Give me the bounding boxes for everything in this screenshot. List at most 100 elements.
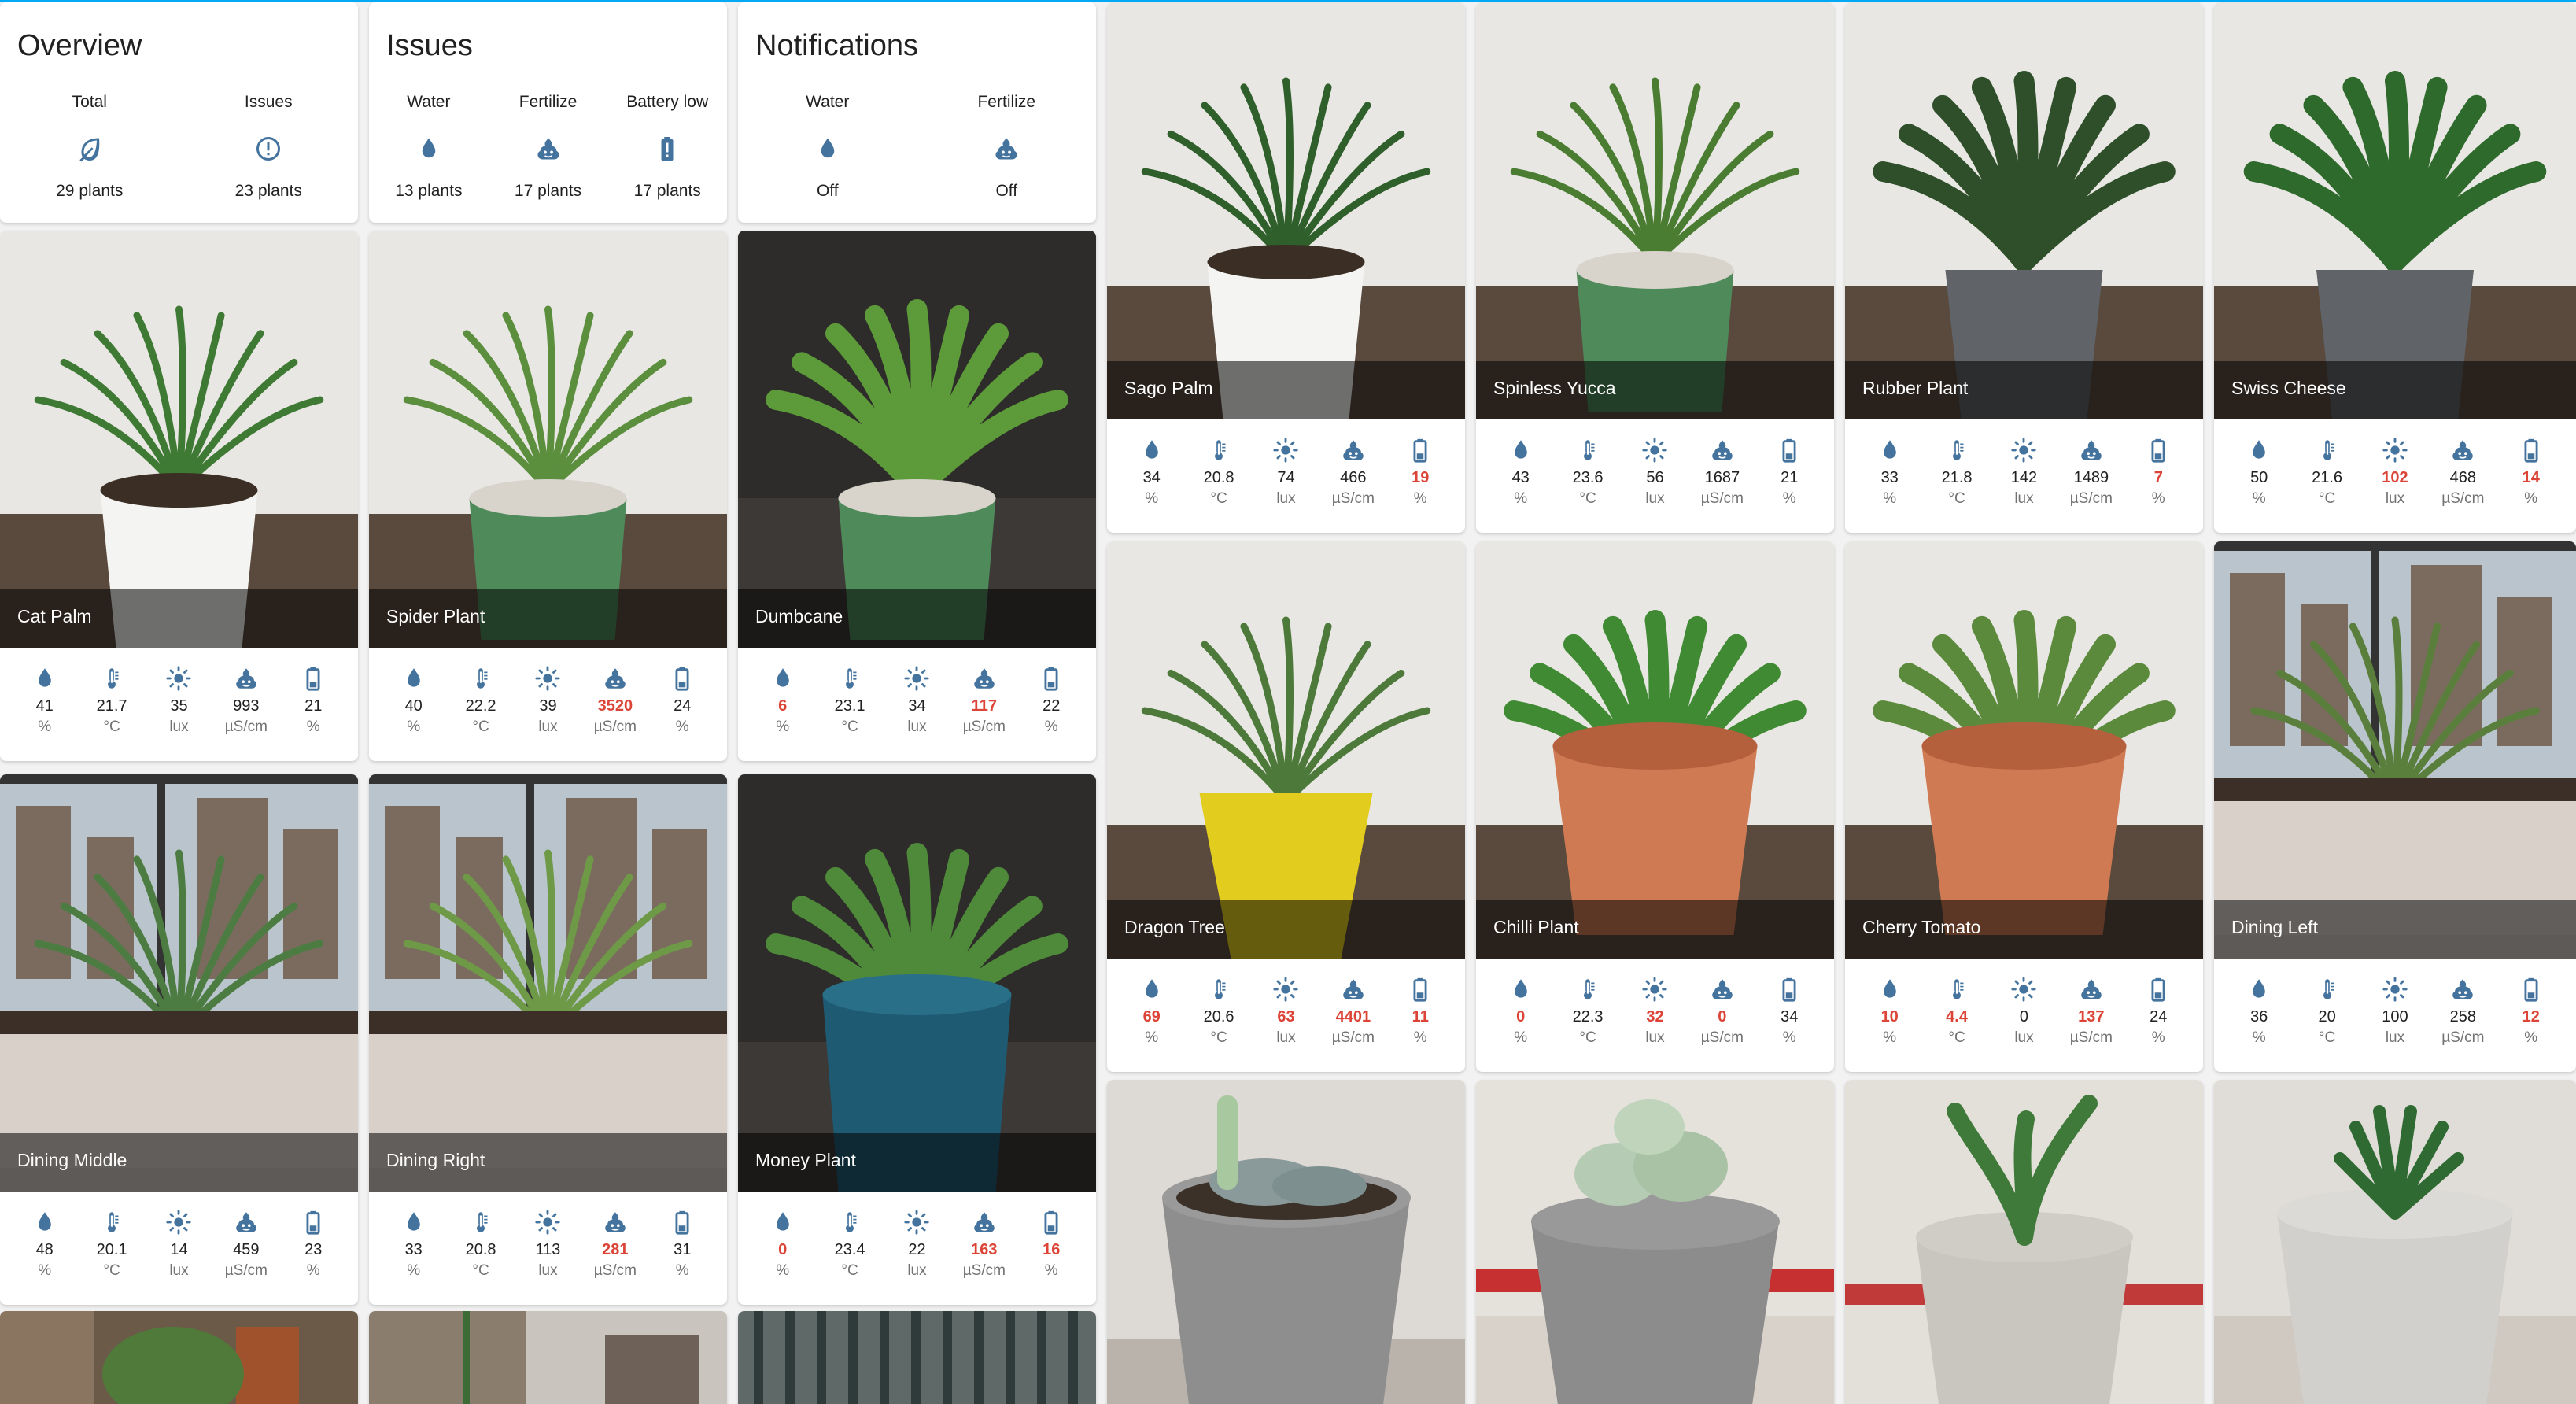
metric-thermometer[interactable]: 21.6 °C xyxy=(2294,437,2360,523)
metric-fertilizer[interactable]: 1687 µS/cm xyxy=(1689,437,1755,523)
metric-water-drop[interactable]: 41% xyxy=(12,665,78,752)
metric-battery[interactable]: 23% xyxy=(280,1209,346,1295)
metric-thermometer[interactable]: 23.4 °C xyxy=(817,1209,883,1295)
plant-card-partial[interactable] xyxy=(738,1311,1096,1404)
metric-fertilizer[interactable]: 993 µS/cm xyxy=(213,665,279,752)
metric-fertilizer[interactable]: 3520 µS/cm xyxy=(582,665,648,752)
metric-fertilizer[interactable]: 281 µS/cm xyxy=(582,1209,648,1295)
plant-card-partial[interactable] xyxy=(2214,1080,2576,1404)
metric-battery[interactable]: 19% xyxy=(1387,437,1453,523)
metric-thermometer[interactable]: 20.1 °C xyxy=(79,1209,145,1295)
metric-sun[interactable]: 34 lux xyxy=(884,665,950,752)
metric-thermometer[interactable]: 20.8 °C xyxy=(1186,437,1252,523)
plant-card[interactable]: Cherry Tomato 10% 4.4 °C 0 lux 137 µS/cm 24% xyxy=(1845,541,2203,1072)
metric-sun[interactable]: 39 lux xyxy=(515,665,581,752)
metric-fertilizer[interactable]: 258 µS/cm xyxy=(2430,976,2496,1062)
metric-sun[interactable]: 14 lux xyxy=(146,1209,212,1295)
metric-battery[interactable]: 21% xyxy=(1756,437,1822,523)
metric-fertilizer[interactable]: 0 µS/cm xyxy=(1689,976,1755,1062)
metric-water-drop[interactable]: 69% xyxy=(1119,976,1185,1062)
metric-water-drop[interactable]: 40% xyxy=(381,665,447,752)
metric-sun[interactable]: 0 lux xyxy=(1991,976,2057,1062)
plant-card-partial[interactable] xyxy=(1476,1080,1834,1404)
issues-fertilize[interactable]: Fertilize 17 plants xyxy=(489,91,608,201)
issues-card[interactable]: Issues Water 13 plants Fertilize 17 plan… xyxy=(369,2,727,223)
metric-thermometer[interactable]: 23.6 °C xyxy=(1555,437,1621,523)
metric-water-drop[interactable]: 0% xyxy=(1488,976,1554,1062)
metric-water-drop[interactable]: 34% xyxy=(1119,437,1185,523)
metric-sun[interactable]: 142 lux xyxy=(1991,437,2057,523)
plant-card[interactable]: Cat Palm 41% 21.7 °C 35 lux 993 µS/cm 21% xyxy=(0,231,358,761)
metric-fertilizer[interactable]: 468 µS/cm xyxy=(2430,437,2496,523)
metric-battery[interactable]: 12% xyxy=(2498,976,2564,1062)
metric-thermometer[interactable]: 22.2 °C xyxy=(448,665,514,752)
plant-card-partial[interactable] xyxy=(0,1311,358,1404)
metric-battery[interactable]: 7% xyxy=(2125,437,2191,523)
plant-card[interactable]: Dining Right 33% 20.8 °C 113 lux 281 µS/cm 31% xyxy=(369,774,727,1305)
metric-sun[interactable]: 22 lux xyxy=(884,1209,950,1295)
issues-battery[interactable]: Battery low 17 plants xyxy=(607,91,727,201)
metric-thermometer[interactable]: 4.4 °C xyxy=(1924,976,1990,1062)
metric-fertilizer[interactable]: 1489 µS/cm xyxy=(2058,437,2124,523)
metric-sun[interactable]: 113 lux xyxy=(515,1209,581,1295)
metric-water-drop[interactable]: 43% xyxy=(1488,437,1554,523)
overview-total[interactable]: Total 29 plants xyxy=(27,91,153,201)
plant-card[interactable]: Swiss Cheese 50% 21.6 °C 102 lux 468 µS/cm 14% xyxy=(2214,2,2576,533)
metric-battery[interactable]: 34% xyxy=(1756,976,1822,1062)
metric-water-drop[interactable]: 50% xyxy=(2226,437,2292,523)
metric-fertilizer[interactable]: 117 µS/cm xyxy=(951,665,1017,752)
metric-water-drop[interactable]: 10% xyxy=(1857,976,1923,1062)
plant-card[interactable]: Dining Middle 48% 20.1 °C 14 lux 459 µS/cm 23% xyxy=(0,774,358,1305)
metric-thermometer[interactable]: 20 °C xyxy=(2294,976,2360,1062)
metric-thermometer[interactable]: 23.1 °C xyxy=(817,665,883,752)
metric-battery[interactable]: 22% xyxy=(1018,665,1084,752)
metric-sun[interactable]: 35 lux xyxy=(146,665,212,752)
metric-battery[interactable]: 14% xyxy=(2498,437,2564,523)
notifications-fertilize[interactable]: Fertilize Off xyxy=(943,91,1069,201)
overview-issues[interactable]: Issues 23 plants xyxy=(205,91,331,201)
metric-water-drop[interactable]: 33% xyxy=(381,1209,447,1295)
metric-water-drop[interactable]: 48% xyxy=(12,1209,78,1295)
overview-card[interactable]: Overview Total 29 plants Issues 23 plant… xyxy=(0,2,358,223)
metric-battery[interactable]: 24% xyxy=(649,665,715,752)
metric-battery[interactable]: 16% xyxy=(1018,1209,1084,1295)
metric-thermometer[interactable]: 20.6 °C xyxy=(1186,976,1252,1062)
metric-thermometer[interactable]: 22.3 °C xyxy=(1555,976,1621,1062)
metric-water-drop[interactable]: 0% xyxy=(750,1209,816,1295)
metric-battery[interactable]: 11% xyxy=(1387,976,1453,1062)
plant-card[interactable]: Dining Left 36% 20 °C 100 lux 258 µS/cm 12% xyxy=(2214,541,2576,1072)
metric-fertilizer[interactable]: 459 µS/cm xyxy=(213,1209,279,1295)
metric-sun[interactable]: 56 lux xyxy=(1622,437,1688,523)
metric-sun[interactable]: 100 lux xyxy=(2362,976,2428,1062)
metric-battery[interactable]: 31% xyxy=(649,1209,715,1295)
metric-sun[interactable]: 74 lux xyxy=(1253,437,1319,523)
metric-thermometer[interactable]: 20.8 °C xyxy=(448,1209,514,1295)
metric-water-drop[interactable]: 6% xyxy=(750,665,816,752)
metric-water-drop[interactable]: 33% xyxy=(1857,437,1923,523)
plant-card[interactable]: Money Plant 0% 23.4 °C 22 lux 163 µS/cm 16% xyxy=(738,774,1096,1305)
notifications-card[interactable]: Notifications Water Off Fertilize Off xyxy=(738,2,1096,223)
metric-water-drop[interactable]: 36% xyxy=(2226,976,2292,1062)
metric-battery[interactable]: 24% xyxy=(2125,976,2191,1062)
plant-card[interactable]: Sago Palm 34% 20.8 °C 74 lux 466 µS/cm 19% xyxy=(1107,2,1465,533)
metric-fertilizer[interactable]: 4401 µS/cm xyxy=(1320,976,1386,1062)
plant-card-partial[interactable] xyxy=(1107,1080,1465,1404)
metric-fertilizer[interactable]: 163 µS/cm xyxy=(951,1209,1017,1295)
plant-card[interactable]: Spider Plant 40% 22.2 °C 39 lux 3520 µS/cm 24% xyxy=(369,231,727,761)
issues-water[interactable]: Water 13 plants xyxy=(369,91,489,201)
metric-fertilizer[interactable]: 137 µS/cm xyxy=(2058,976,2124,1062)
plant-card[interactable]: Chilli Plant 0% 22.3 °C 32 lux 0 µS/cm 34% xyxy=(1476,541,1834,1072)
metric-sun[interactable]: 63 lux xyxy=(1253,976,1319,1062)
metric-thermometer[interactable]: 21.7 °C xyxy=(79,665,145,752)
plant-card-partial[interactable] xyxy=(1845,1080,2203,1404)
metric-sun[interactable]: 32 lux xyxy=(1622,976,1688,1062)
plant-card[interactable]: Dumbcane 6% 23.1 °C 34 lux 117 µS/cm 22% xyxy=(738,231,1096,761)
plant-card-partial[interactable] xyxy=(369,1311,727,1404)
metric-fertilizer[interactable]: 466 µS/cm xyxy=(1320,437,1386,523)
metric-sun[interactable]: 102 lux xyxy=(2362,437,2428,523)
metric-battery[interactable]: 21% xyxy=(280,665,346,752)
plant-card[interactable]: Rubber Plant 33% 21.8 °C 142 lux 1489 µS/cm 7% xyxy=(1845,2,2203,533)
metric-thermometer[interactable]: 21.8 °C xyxy=(1924,437,1990,523)
plant-card[interactable]: Spinless Yucca 43% 23.6 °C 56 lux 1687 µS/cm 21% xyxy=(1476,2,1834,533)
notifications-water[interactable]: Water Off xyxy=(765,91,891,201)
